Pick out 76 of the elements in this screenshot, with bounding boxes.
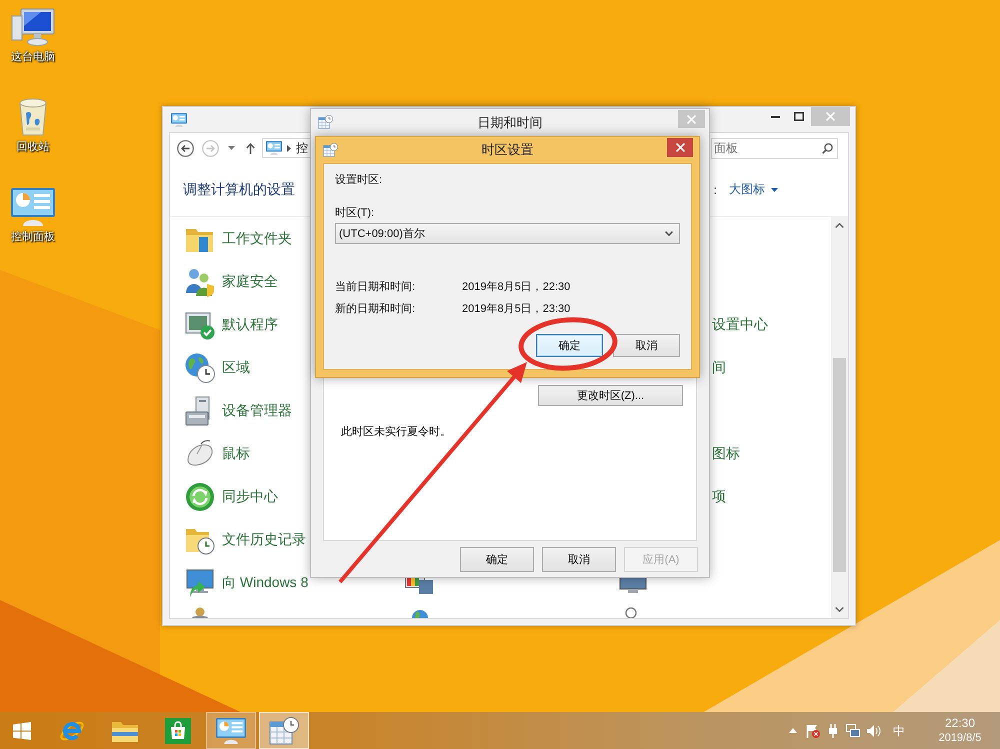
section-label: 设置时区: xyxy=(335,173,382,187)
control-panel-link[interactable]: 文件历史记录 xyxy=(222,530,306,548)
scrollbar[interactable] xyxy=(831,217,848,618)
page-heading: 调整计算机的设置 xyxy=(183,180,295,198)
cancel-button[interactable]: 取消 xyxy=(542,547,616,572)
window-panes-icon xyxy=(13,722,31,740)
window-check-icon[interactable] xyxy=(185,310,215,340)
speaker-icon[interactable] xyxy=(867,724,881,736)
scroll-up-icon[interactable] xyxy=(835,223,844,228)
people-icon[interactable] xyxy=(185,266,215,296)
scroll-down-icon[interactable] xyxy=(835,607,844,612)
monitor-arrow-icon[interactable] xyxy=(185,568,215,598)
back-icon[interactable] xyxy=(177,140,194,156)
mouse-icon[interactable] xyxy=(185,438,215,468)
field-label: 新的日期和时间: xyxy=(335,302,416,316)
field-label: 时区(T): xyxy=(335,206,374,220)
close-icon xyxy=(687,114,696,124)
close-button[interactable] xyxy=(667,138,693,157)
globe-icon[interactable] xyxy=(412,607,428,618)
network-icon[interactable] xyxy=(846,724,860,738)
close-icon xyxy=(676,143,684,152)
taskbar-button[interactable] xyxy=(259,712,309,749)
change-timezone-button[interactable]: 更改时区(Z)... xyxy=(538,385,683,406)
control-panel-link[interactable]: 项 xyxy=(712,488,726,506)
field-label: 当前日期和时间: xyxy=(335,280,416,294)
ok-button[interactable]: 确定 xyxy=(460,547,534,572)
calendar-clock-icon xyxy=(323,143,338,157)
sync-icon[interactable] xyxy=(185,482,215,512)
search-icon[interactable] xyxy=(822,142,833,154)
globe-clock-icon[interactable] xyxy=(185,352,215,382)
control-panel-link[interactable]: 设置中心 xyxy=(712,316,768,334)
calendar-clock-icon xyxy=(269,716,299,744)
search-field[interactable]: 面板 xyxy=(711,138,838,158)
caret-down-icon[interactable] xyxy=(228,146,235,150)
recycle-bin-icon[interactable] xyxy=(18,98,48,136)
control-panel-link[interactable]: 区域 xyxy=(222,358,250,376)
view-label: : xyxy=(714,182,717,196)
scrollbar-thumb[interactable] xyxy=(833,358,846,572)
cancel-button[interactable]: 取消 xyxy=(613,334,680,357)
window-title: 日期和时间 xyxy=(478,114,542,132)
control-panel-link[interactable]: 同步中心 xyxy=(222,488,278,506)
calendar-clock-icon xyxy=(318,115,333,129)
field-value: 2019年8月5日，23:30 xyxy=(462,302,570,316)
control-panel-icon xyxy=(216,718,246,744)
chevron-right-icon xyxy=(287,144,291,152)
chevron-down-icon xyxy=(665,231,673,236)
control-panel-icon xyxy=(171,113,187,127)
control-panel-link[interactable]: 设备管理器 xyxy=(222,402,292,420)
caret-down-icon xyxy=(771,188,778,192)
taskbar-button[interactable] xyxy=(206,712,256,749)
control-panel-icon xyxy=(266,141,282,155)
window-title: 时区设置 xyxy=(482,141,534,159)
maximize-icon xyxy=(794,112,804,121)
minimize-icon xyxy=(770,116,780,118)
control-panel-link[interactable]: 工作文件夹 xyxy=(222,230,292,248)
timezone-dropdown[interactable]: (UTC+09:00)首尔 xyxy=(335,223,680,244)
field-value: 2019年8月5日，22:30 xyxy=(462,280,570,294)
control-panel-link[interactable]: 图标 xyxy=(712,444,740,462)
flag-icon[interactable] xyxy=(806,724,820,738)
close-icon xyxy=(826,112,835,121)
caret-up-icon[interactable] xyxy=(789,728,797,733)
power-plug-icon[interactable] xyxy=(827,724,839,738)
control-panel-link[interactable]: 向 Windows 8 xyxy=(222,574,308,592)
up-arrow-icon[interactable] xyxy=(246,142,255,154)
user-icon[interactable] xyxy=(192,607,208,618)
control-panel-link[interactable]: 鼠标 xyxy=(222,444,250,462)
computer-icon[interactable] xyxy=(11,8,55,46)
control-panel-link[interactable]: 家庭安全 xyxy=(222,272,278,290)
dst-note: 此时区未实行夏令时。 xyxy=(341,425,451,439)
control-panel-icon[interactable] xyxy=(11,188,55,226)
ok-button[interactable]: 确定 xyxy=(536,334,603,357)
shopping-bag-icon xyxy=(165,718,191,744)
magnifier-icon[interactable] xyxy=(625,607,637,618)
control-panel-link[interactable]: 默认程序 xyxy=(222,316,278,334)
control-panel-link[interactable]: 间 xyxy=(712,358,726,376)
view-dropdown[interactable]: 大图标 xyxy=(729,181,778,198)
